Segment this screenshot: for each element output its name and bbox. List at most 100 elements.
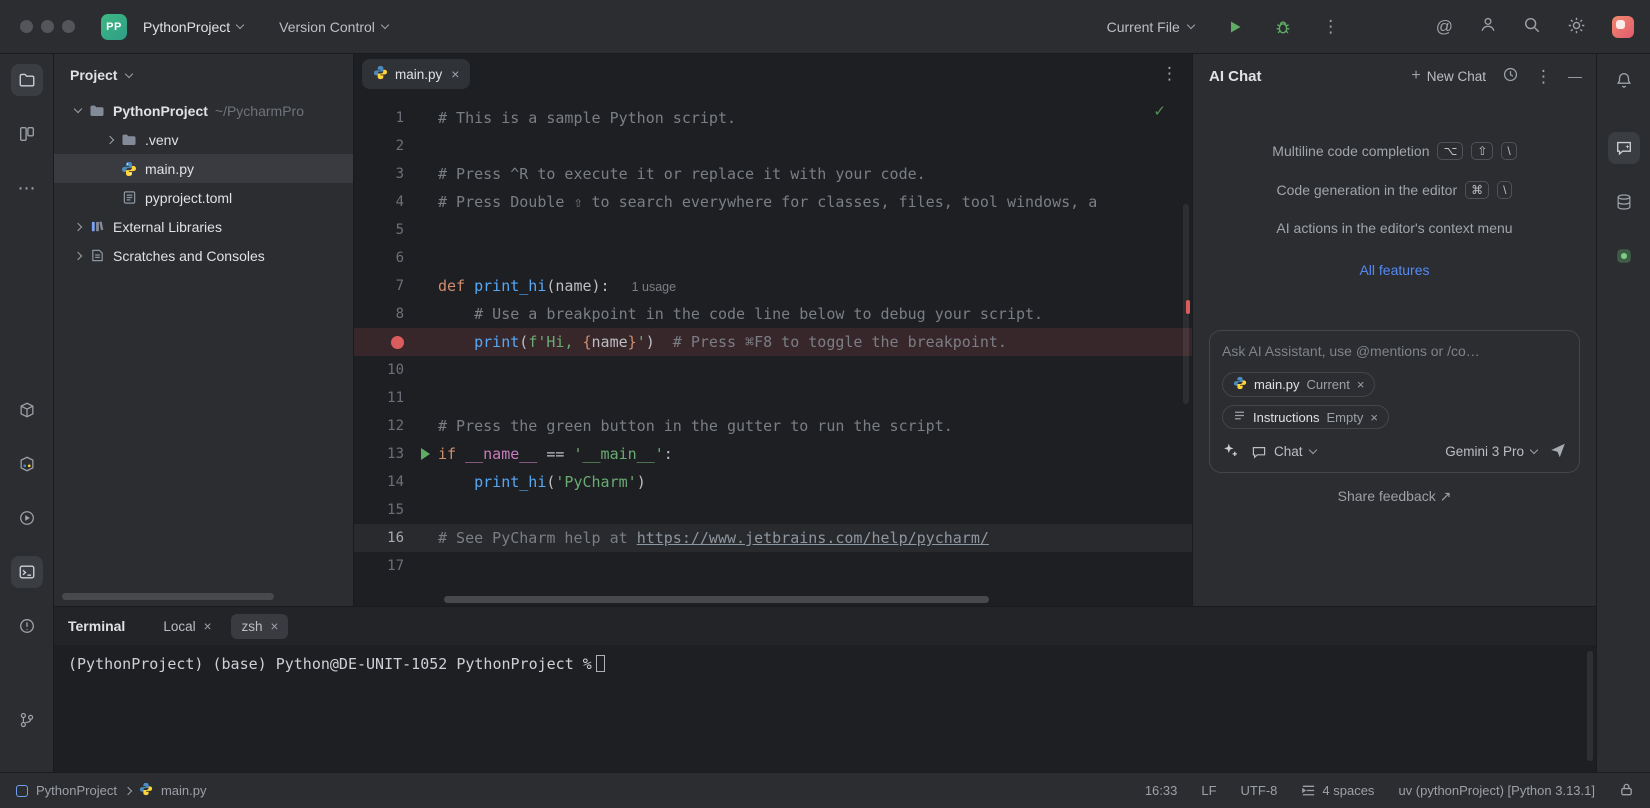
code-line[interactable]: 10 (354, 356, 1192, 384)
line-number[interactable]: 16 (354, 524, 412, 552)
close-tab-icon[interactable]: × (451, 66, 459, 82)
run-configuration-selector[interactable]: Current File (1107, 19, 1194, 35)
close-window-button[interactable] (20, 20, 33, 33)
code-line[interactable]: 3# Press ^R to execute it or replace it … (354, 160, 1192, 188)
ai-mentions-button[interactable]: @ (1436, 17, 1453, 37)
ai-options-kebab[interactable]: ⋮ (1535, 68, 1552, 85)
new-chat-button[interactable]: +New Chat (1411, 67, 1486, 85)
code-line[interactable]: 5 (354, 216, 1192, 244)
readonly-toggle[interactable] (1619, 782, 1634, 800)
code-line[interactable]: 11 (354, 384, 1192, 412)
code-line[interactable]: 1# This is a sample Python script. (354, 104, 1192, 132)
attachment-chip-main-py[interactable]: main.py Current × (1222, 372, 1375, 397)
tree-item-root[interactable]: PythonProject ~/PycharmPro (54, 96, 353, 125)
encoding-widget[interactable]: UTF-8 (1241, 783, 1278, 798)
line-number[interactable]: 14 (354, 468, 412, 496)
run-line-icon[interactable] (421, 448, 430, 460)
line-number[interactable]: 3 (354, 160, 412, 188)
indent-widget[interactable]: 4 spaces (1301, 783, 1374, 798)
chat-mode-selector[interactable]: Chat (1251, 444, 1316, 460)
ai-prompt-input[interactable]: Ask AI Assistant, use @mentions or /co… … (1209, 330, 1580, 473)
minimize-window-button[interactable] (41, 20, 54, 33)
junie-tool-button[interactable] (1608, 240, 1640, 272)
caret-position-widget[interactable]: 16:33 (1145, 783, 1178, 798)
python-packages-tool-button[interactable] (11, 448, 43, 480)
line-number[interactable]: 12 (354, 412, 412, 440)
debug-button[interactable] (1268, 12, 1298, 42)
dependencies-tool-button[interactable] (11, 394, 43, 426)
project-tool-button[interactable] (11, 64, 43, 96)
line-number[interactable]: 17 (354, 552, 412, 580)
line-separator-widget[interactable]: LF (1201, 783, 1216, 798)
line-number[interactable]: 4 (354, 188, 412, 216)
attachment-chip-instructions[interactable]: Instructions Empty × (1222, 405, 1389, 429)
code-line[interactable]: 13if __name__ == '__main__': (354, 440, 1192, 468)
line-number[interactable]: 1 (354, 104, 412, 132)
inspections-ok-icon[interactable]: ✓ (1153, 102, 1166, 120)
tree-item-main-py[interactable]: main.py (54, 154, 353, 183)
project-panel-header[interactable]: Project (54, 54, 353, 96)
line-number[interactable]: 15 (354, 496, 412, 524)
line-number[interactable]: 7 (354, 272, 412, 300)
terminal-tab-local[interactable]: Local× (153, 614, 221, 639)
terminal-scrollbar[interactable] (1587, 651, 1593, 761)
database-tool-button[interactable] (1608, 186, 1640, 218)
close-tab-icon[interactable]: × (271, 619, 279, 634)
tree-item-venv[interactable]: .venv (54, 125, 353, 154)
more-actions-button[interactable]: ⋮ (1316, 12, 1346, 42)
terminal-output[interactable]: (PythonProject) (base) Python@DE-UNIT-10… (54, 645, 1596, 772)
code-line[interactable]: 7def print_hi(name):1 usage (354, 272, 1192, 300)
settings-button[interactable] (1567, 16, 1586, 38)
notifications-button[interactable] (1608, 64, 1640, 96)
terminal-tab-zsh[interactable]: zsh× (231, 614, 288, 639)
code-line[interactable]: 4# Press Double ⇧ to search everywhere f… (354, 188, 1192, 216)
version-control-menu[interactable]: Version Control (273, 15, 394, 39)
version-control-tool-button[interactable] (11, 704, 43, 736)
line-number[interactable]: 2 (354, 132, 412, 160)
line-number[interactable]: 11 (354, 384, 412, 412)
code-line[interactable]: 8 # Use a breakpoint in the code line be… (354, 300, 1192, 328)
services-tool-button[interactable] (11, 502, 43, 534)
chat-history-button[interactable] (1502, 66, 1519, 86)
structure-tool-button[interactable] (11, 118, 43, 150)
tree-item-pyproject-toml[interactable]: pyproject.toml (54, 183, 353, 212)
line-number[interactable]: 5 (354, 216, 412, 244)
tree-item-external-libraries[interactable]: External Libraries (54, 212, 353, 241)
editor-options-kebab[interactable]: ⋮ (1161, 64, 1178, 84)
code-line[interactable]: print(f'Hi, {name}') # Press ⌘F8 to togg… (354, 328, 1192, 356)
search-everywhere-button[interactable] (1523, 16, 1541, 37)
code-line[interactable]: 6 (354, 244, 1192, 272)
remove-attachment-icon[interactable]: × (1357, 377, 1365, 392)
breadcrumb-project[interactable]: PythonProject (36, 783, 117, 798)
line-number[interactable]: 13 (354, 440, 412, 468)
run-button[interactable] (1220, 12, 1250, 42)
line-number[interactable]: 10 (354, 356, 412, 384)
problems-tool-button[interactable] (11, 610, 43, 642)
tree-item-scratches[interactable]: Scratches and Consoles (54, 241, 353, 270)
line-number[interactable]: 8 (354, 300, 412, 328)
horizontal-scrollbar[interactable] (62, 593, 274, 600)
code-line[interactable]: 12# Press the green button in the gutter… (354, 412, 1192, 440)
more-tools-button[interactable]: ⋯ (11, 172, 43, 204)
hide-panel-button[interactable]: — (1568, 68, 1582, 84)
share-feedback-link[interactable]: Share feedback ↗ (1193, 488, 1596, 505)
horizontal-scrollbar[interactable] (444, 596, 989, 603)
close-tab-icon[interactable]: × (204, 619, 212, 634)
line-number[interactable]: 6 (354, 244, 412, 272)
profile-badge-icon[interactable] (1612, 16, 1634, 38)
editor-code-area[interactable]: 1# This is a sample Python script.23# Pr… (354, 94, 1192, 606)
terminal-tool-button[interactable] (11, 556, 43, 588)
all-features-link[interactable]: All features (1193, 262, 1596, 278)
code-line[interactable]: 17 (354, 552, 1192, 580)
remove-attachment-icon[interactable]: × (1370, 410, 1378, 425)
project-menu[interactable]: PythonProject (137, 15, 249, 39)
prompt-library-button[interactable] (1222, 442, 1239, 462)
model-selector[interactable]: Gemini 3 Pro (1445, 444, 1537, 459)
line-number[interactable] (354, 328, 412, 356)
ai-chat-tool-button[interactable] (1608, 132, 1640, 164)
tab-main-py[interactable]: main.py × (362, 59, 470, 89)
code-line[interactable]: 15 (354, 496, 1192, 524)
code-with-me-button[interactable] (1479, 16, 1497, 37)
breadcrumb-file[interactable]: main.py (161, 783, 207, 798)
send-button[interactable] (1549, 441, 1567, 462)
